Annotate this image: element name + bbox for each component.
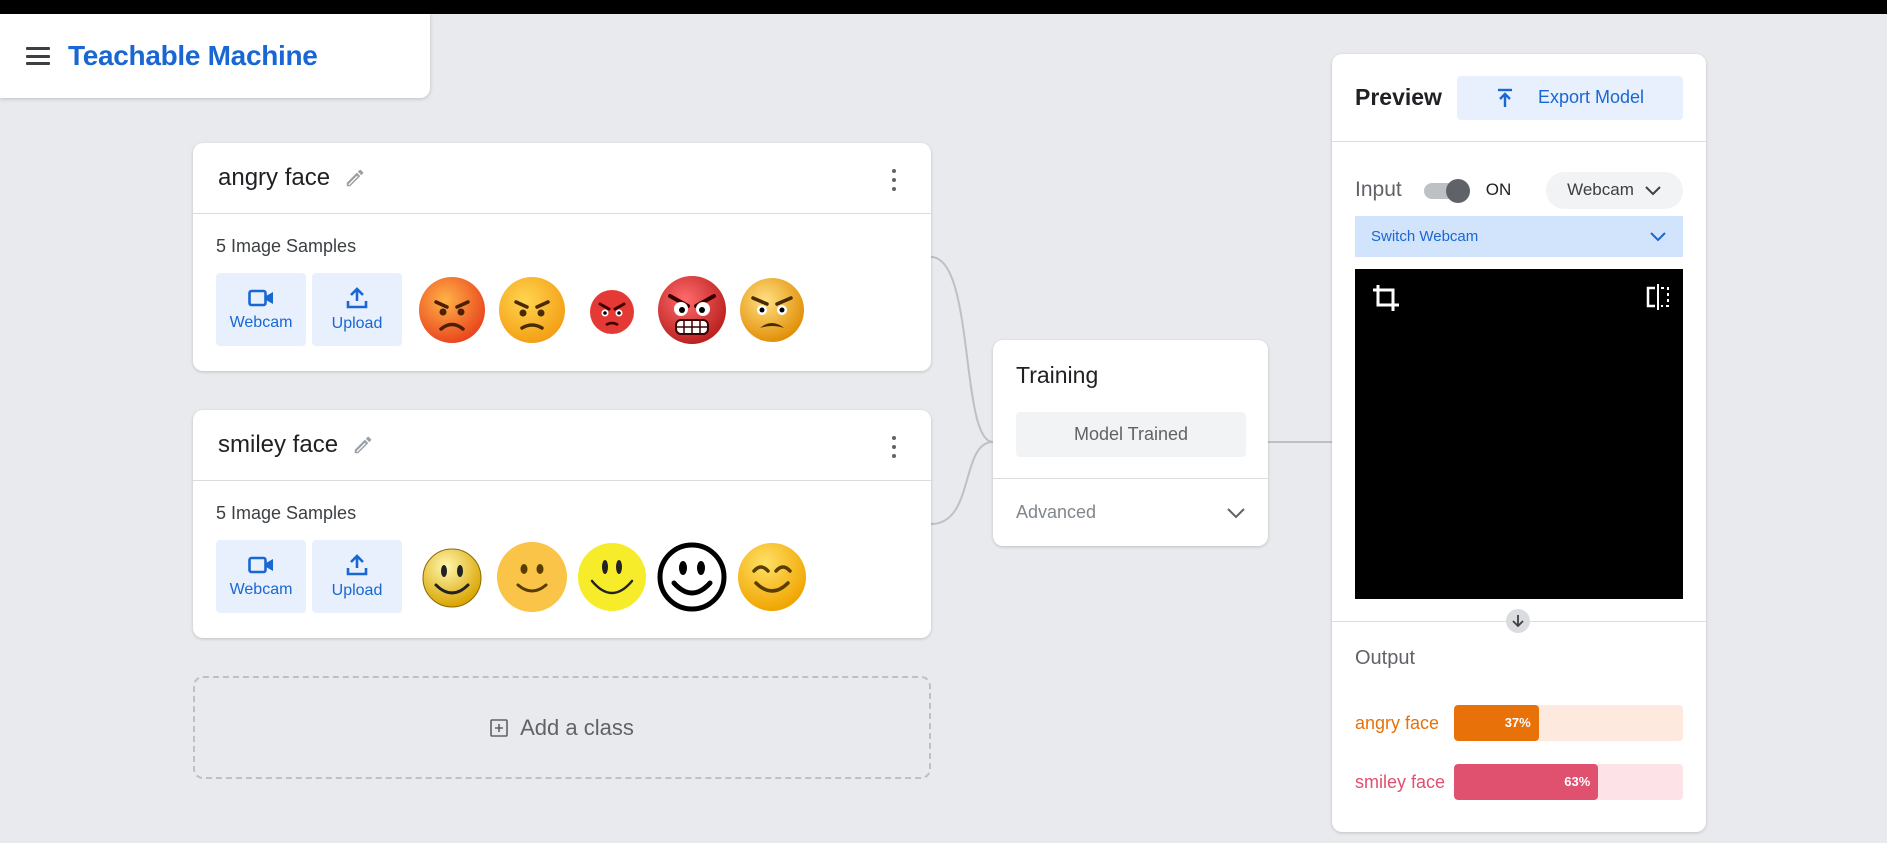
output-row: angry face 37% (1332, 693, 1706, 752)
class-name[interactable]: angry face (218, 164, 330, 192)
output-class-label: angry face (1355, 712, 1440, 733)
add-class-label: Add a class (520, 714, 634, 740)
output-title: Output (1355, 647, 1416, 669)
webcam-preview (1355, 269, 1683, 599)
pencil-icon[interactable] (344, 167, 366, 189)
red-angry-emoji-icon[interactable] (576, 274, 648, 346)
input-toggle[interactable] (1423, 179, 1470, 203)
webcam-button[interactable]: Webcam (216, 540, 306, 613)
menu-icon[interactable] (26, 47, 50, 65)
outline-smiley-icon[interactable] (656, 541, 728, 613)
confidence-fill: 63% (1454, 763, 1599, 800)
input-source-value: Webcam (1567, 180, 1634, 199)
upload-button[interactable]: Upload (312, 273, 402, 346)
input-state: ON (1485, 180, 1512, 199)
crop-icon[interactable] (1371, 283, 1401, 313)
class-card-smiley-face: smiley face 5 Image Samples Webcam Uploa… (193, 410, 931, 638)
class-card-angry-face: angry face 5 Image Samples Webcam Upload (193, 143, 931, 371)
upload-button[interactable]: Upload (312, 540, 402, 613)
frustrated-emoji-icon[interactable] (736, 274, 808, 346)
training-card: Training Model Trained Advanced (993, 340, 1268, 546)
top-bar (0, 0, 1887, 14)
happy-emoji-icon[interactable] (736, 541, 808, 613)
export-model-button[interactable]: Export Model (1457, 75, 1683, 120)
flip-icon[interactable] (1645, 283, 1671, 311)
angry-emoji-icon[interactable] (416, 274, 488, 346)
smiley-emoji-icon[interactable] (416, 541, 488, 613)
app-header: Teachable Machine (0, 14, 430, 98)
input-label: Input (1355, 178, 1402, 201)
switch-webcam-select[interactable]: Switch Webcam (1355, 216, 1683, 257)
sample-count: 5 Image Samples (216, 236, 357, 256)
switch-webcam-label: Switch Webcam (1371, 228, 1479, 245)
sample-count: 5 Image Samples (216, 503, 357, 523)
webcam-button-label: Webcam (229, 580, 293, 598)
confidence-bar: 37% (1454, 704, 1683, 741)
more-options-icon[interactable] (891, 169, 897, 191)
webcam-button-label: Webcam (229, 313, 293, 331)
video-camera-icon (248, 556, 273, 573)
confidence-fill: 37% (1454, 704, 1539, 741)
class-header: smiley face (193, 410, 931, 481)
chevron-down-icon (1645, 185, 1661, 195)
preview-title: Preview (1355, 84, 1442, 110)
class-header: angry face (193, 143, 931, 214)
export-icon (1497, 88, 1512, 107)
add-box-icon (490, 718, 508, 737)
video-camera-icon (248, 289, 273, 306)
input-source-select[interactable]: Webcam (1546, 171, 1683, 209)
output-row: smiley face 63% (1332, 752, 1706, 811)
furious-emoji-icon[interactable] (656, 274, 728, 346)
arrow-down-icon (1506, 609, 1530, 633)
yellow-smiley-icon[interactable] (576, 541, 648, 613)
output-class-label: smiley face (1355, 771, 1446, 792)
more-options-icon[interactable] (891, 436, 897, 458)
advanced-toggle[interactable]: Advanced (993, 478, 1268, 546)
advanced-label: Advanced (1016, 502, 1097, 522)
upload-button-label: Upload (331, 314, 383, 332)
export-model-label: Export Model (1537, 87, 1645, 107)
chevron-down-icon (1650, 232, 1666, 242)
preview-card: Preview Export Model Input ON Webcam Swi… (1332, 54, 1706, 832)
class-name[interactable]: smiley face (218, 431, 338, 459)
upload-icon (346, 553, 368, 575)
annoyed-emoji-icon[interactable] (496, 274, 568, 346)
app-title[interactable]: Teachable Machine (68, 40, 318, 72)
confidence-bar: 63% (1454, 763, 1683, 800)
chevron-down-icon (1227, 507, 1245, 518)
add-class-button[interactable]: Add a class (193, 676, 931, 779)
training-title: Training (1016, 362, 1099, 388)
train-model-button[interactable]: Model Trained (1016, 412, 1246, 457)
upload-icon (346, 286, 368, 308)
pencil-icon[interactable] (352, 434, 374, 456)
smiling-face-icon[interactable] (496, 541, 568, 613)
upload-button-label: Upload (331, 581, 383, 599)
webcam-button[interactable]: Webcam (216, 273, 306, 346)
